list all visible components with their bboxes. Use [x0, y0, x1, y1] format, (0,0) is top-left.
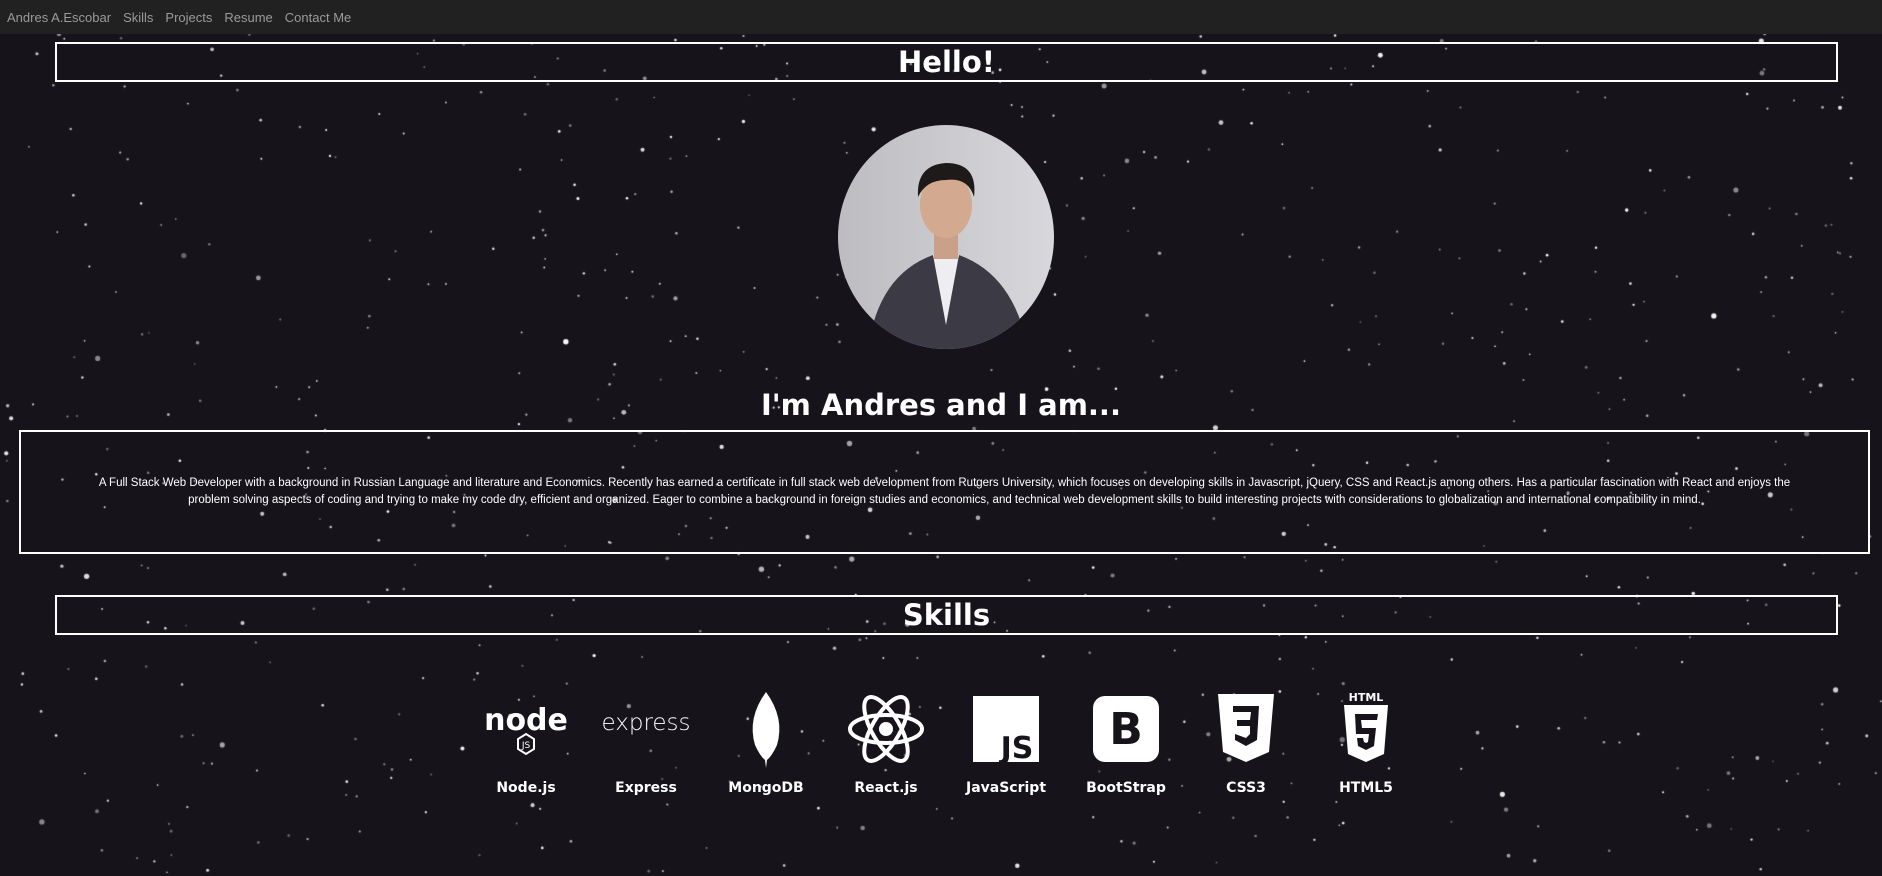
nav-link-skills[interactable]: Skills — [123, 10, 153, 25]
skill-label: HTML5 — [1339, 780, 1393, 796]
bio-box: A Full Stack Web Developer with a backgr… — [19, 430, 1870, 554]
svg-text:HTML: HTML — [1349, 691, 1384, 704]
brand-link[interactable]: Andres A.Escobar — [7, 10, 111, 25]
mongodb-icon — [752, 692, 780, 768]
svg-text:B: B — [1109, 704, 1143, 755]
skill-label: Express — [615, 780, 677, 796]
bio-text: A Full Stack Web Developer with a backgr… — [98, 477, 1791, 506]
skill-label: JavaScript — [965, 780, 1047, 796]
svg-text:JS: JS — [999, 731, 1034, 766]
skill-express: express Express — [586, 690, 706, 796]
skill-css3: CSS3 — [1186, 690, 1306, 796]
svg-text:node: node — [484, 703, 568, 738]
skill-label: Node.js — [496, 780, 556, 796]
avatar — [838, 125, 1054, 349]
skill-label: CSS3 — [1226, 780, 1266, 796]
hello-heading: Hello! — [55, 42, 1838, 82]
intro-heading: I'm Andres and I am... — [761, 388, 1121, 422]
nav-link-projects[interactable]: Projects — [165, 10, 212, 25]
skills-heading: Skills — [55, 595, 1838, 635]
skills-list: node JS Node.js express Express MongoDB R… — [466, 690, 1426, 796]
skill-bootstrap: B BootStrap — [1066, 690, 1186, 796]
nav-link-resume[interactable]: Resume — [224, 10, 272, 25]
nav-link-contact[interactable]: Contact Me — [285, 10, 351, 25]
javascript-icon: JS — [973, 696, 1039, 766]
skill-nodejs: node JS Node.js — [466, 690, 586, 796]
express-icon: express — [601, 710, 690, 736]
svg-text:express: express — [601, 710, 690, 736]
svg-text:JS: JS — [521, 741, 531, 751]
skill-mongodb: MongoDB — [706, 690, 826, 796]
nodejs-icon: node JS — [484, 703, 568, 756]
react-icon — [848, 695, 924, 763]
skill-label: React.js — [854, 780, 918, 796]
navbar: Andres A.Escobar Skills Projects Resume … — [0, 0, 1882, 34]
css3-icon — [1218, 694, 1274, 762]
skill-label: MongoDB — [728, 780, 804, 796]
bootstrap-icon: B — [1093, 696, 1159, 762]
html5-icon: HTML — [1344, 691, 1388, 762]
skill-javascript: JS JavaScript — [946, 690, 1066, 796]
skill-label: BootStrap — [1086, 780, 1166, 796]
skill-html5: HTML HTML5 — [1306, 690, 1426, 796]
skill-react: React.js — [826, 690, 946, 796]
